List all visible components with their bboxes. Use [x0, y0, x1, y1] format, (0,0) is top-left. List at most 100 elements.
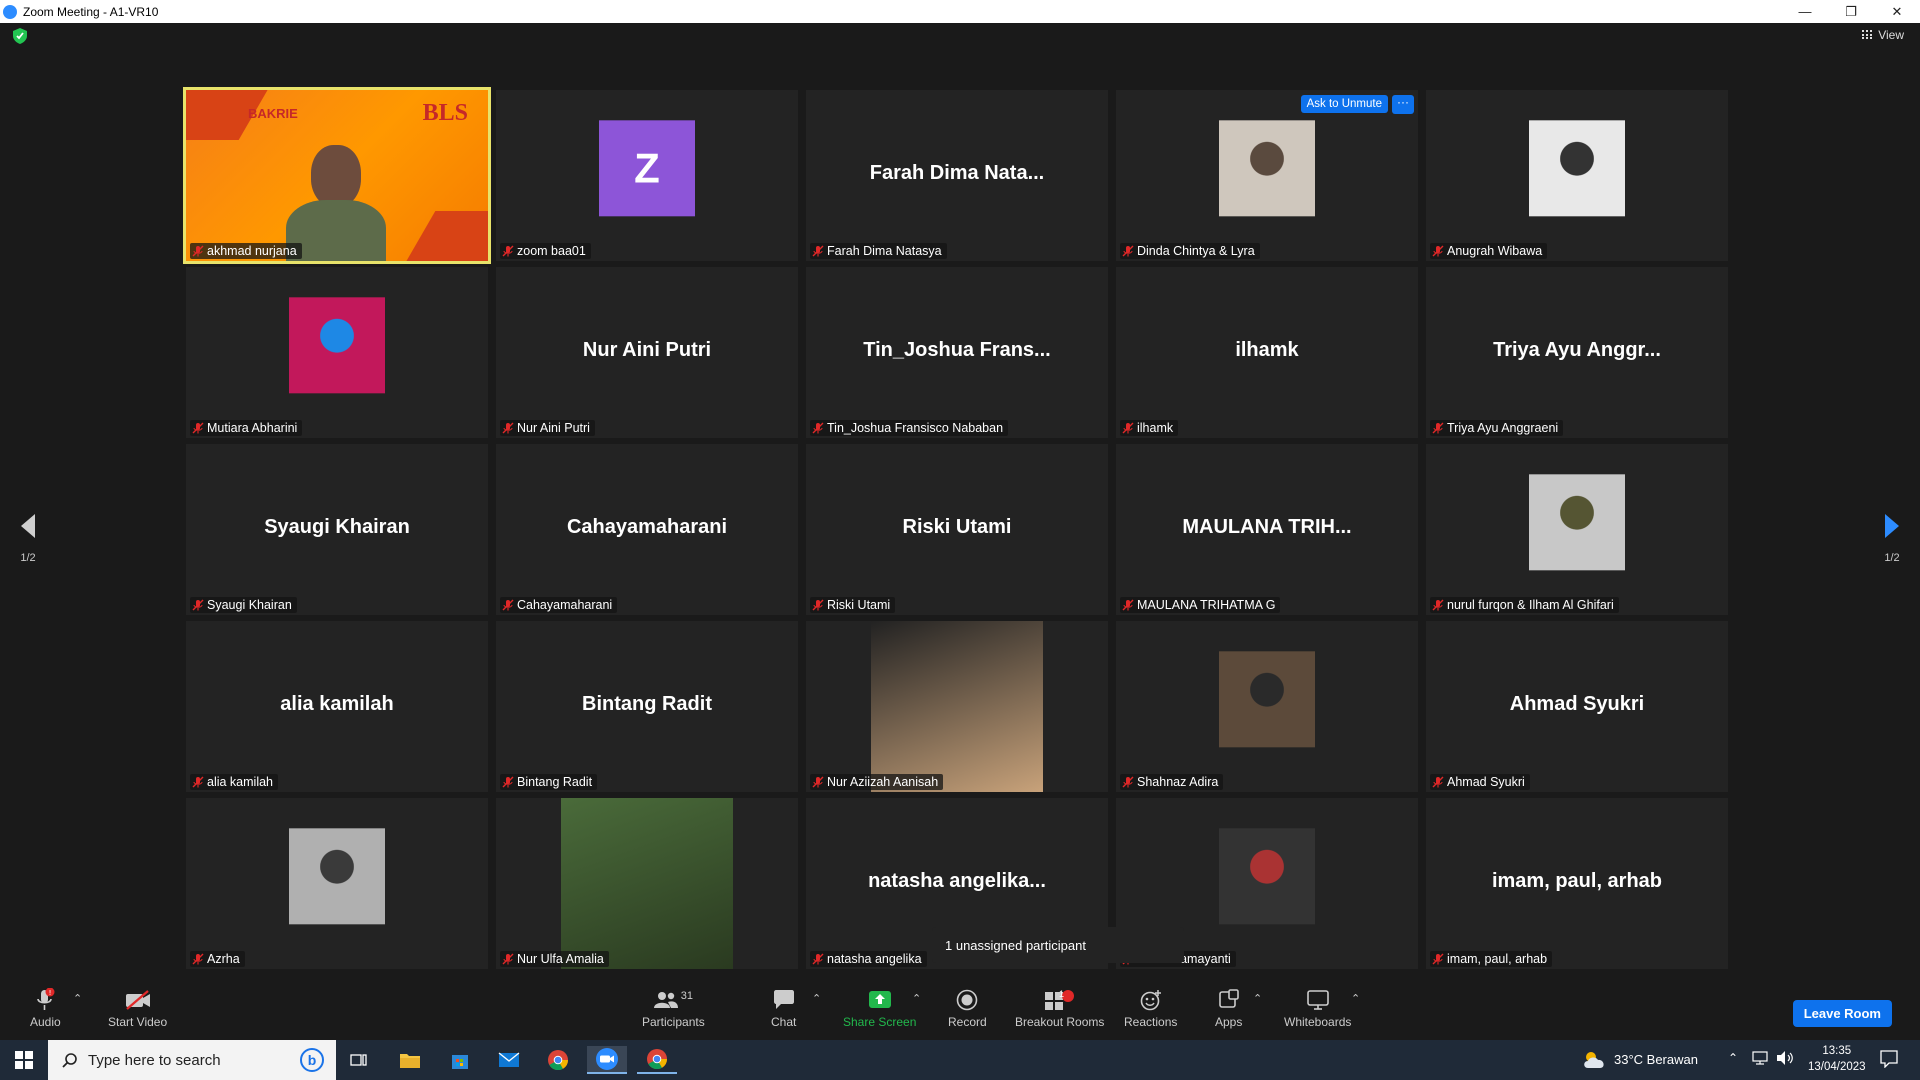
svg-text:!: !: [49, 989, 52, 997]
minimize-button[interactable]: —: [1782, 0, 1828, 23]
participant-name: Nur Aziizah Aanisah: [827, 775, 939, 789]
breakout-rooms-label: Breakout Rooms: [1015, 1015, 1105, 1029]
participant-tile[interactable]: Shahnaz Adira: [1116, 621, 1418, 792]
mic-muted-icon: [502, 953, 514, 965]
search-placeholder: Type here to search: [88, 1051, 221, 1069]
reactions-icon: [1140, 988, 1162, 1012]
file-explorer-icon[interactable]: [390, 1046, 430, 1074]
participant-tile[interactable]: Syaugi Khairan Syaugi Khairan: [186, 444, 488, 615]
participant-tile[interactable]: imam, paul, arhab imam, paul, arhab: [1426, 798, 1728, 969]
participant-tile[interactable]: ilhamk ilhamk: [1116, 267, 1418, 438]
microsoft-store-icon[interactable]: [440, 1046, 480, 1074]
taskbar-search-input[interactable]: Type here to search b: [48, 1040, 336, 1080]
search-icon: [62, 1053, 77, 1068]
audio-options-caret[interactable]: ⌃: [73, 992, 82, 1005]
whiteboards-button[interactable]: Whiteboards: [1284, 988, 1351, 1029]
participant-tile[interactable]: Nur Ulfa Amalia: [496, 798, 798, 969]
start-video-button[interactable]: Start Video: [108, 988, 167, 1029]
participant-tile[interactable]: Ahmad Syukri Ahmad Syukri: [1426, 621, 1728, 792]
bakrie-logo: BAKRIE: [248, 106, 298, 121]
participant-tile[interactable]: Mutiara Abharini: [186, 267, 488, 438]
task-view-icon[interactable]: [339, 1046, 379, 1074]
participant-display-name: natasha angelika...: [868, 869, 1046, 892]
share-options-caret[interactable]: ⌃: [912, 992, 921, 1005]
participant-name-label: Bintang Radit: [500, 774, 598, 790]
participant-tile[interactable]: alia kamilah alia kamilah: [186, 621, 488, 792]
bing-icon[interactable]: b: [300, 1048, 324, 1072]
participant-display-name: Syaugi Khairan: [264, 515, 410, 538]
ask-to-unmute-button[interactable]: Ask to Unmute: [1300, 95, 1388, 113]
participant-name: nurul furqon & Ilham Al Ghifari: [1447, 598, 1614, 612]
restore-button[interactable]: ❐: [1828, 0, 1874, 23]
apps-button[interactable]: Apps: [1215, 988, 1242, 1029]
tile-more-button[interactable]: ···: [1392, 95, 1414, 114]
participant-name-label: Farah Dima Natasya: [810, 243, 947, 259]
next-page-indicator: 1/2: [1884, 552, 1900, 564]
participant-name: Azrha: [207, 952, 240, 966]
windows-start-button[interactable]: [4, 1046, 44, 1074]
participants-icon: 31: [653, 988, 693, 1012]
mic-muted-icon: [192, 776, 204, 788]
participant-tile[interactable]: nurul furqon & Ilham Al Ghifari: [1426, 444, 1728, 615]
mail-icon[interactable]: [489, 1046, 529, 1074]
chat-options-caret[interactable]: ⌃: [812, 992, 821, 1005]
show-hidden-icons[interactable]: ⌃: [1728, 1051, 1738, 1065]
whiteboards-options-caret[interactable]: ⌃: [1351, 992, 1360, 1005]
participant-tile[interactable]: BAKRIE BLS akhmad nurjana: [183, 87, 491, 264]
chrome-icon[interactable]: [538, 1046, 578, 1074]
whiteboards-label: Whiteboards: [1284, 1015, 1352, 1029]
record-button[interactable]: Record: [948, 988, 987, 1029]
participant-name: Riski Utami: [827, 598, 891, 612]
avatar: Z: [599, 119, 695, 216]
encryption-shield-icon[interactable]: [13, 28, 27, 49]
participant-tile[interactable]: Zzoom baa01: [496, 90, 798, 261]
reactions-button[interactable]: Reactions: [1124, 988, 1177, 1029]
volume-icon[interactable]: [1776, 1050, 1794, 1069]
chat-button[interactable]: Chat: [771, 988, 796, 1029]
participant-tile[interactable]: Nur Aini Putri Nur Aini Putri: [496, 267, 798, 438]
participant-tile[interactable]: Ask to Unmute ··· Dinda Chintya & Lyra: [1116, 90, 1418, 261]
prev-page-button[interactable]: 1/2: [8, 513, 48, 564]
participant-tile[interactable]: Riski Utami Riski Utami: [806, 444, 1108, 615]
network-icon[interactable]: [1752, 1050, 1770, 1069]
participant-tile[interactable]: Bintang Radit Bintang Radit: [496, 621, 798, 792]
mic-muted-icon: [812, 776, 824, 788]
participant-name: Farah Dima Natasya: [827, 244, 942, 258]
participant-display-name: Nur Aini Putri: [582, 338, 712, 361]
reactions-label: Reactions: [1124, 1015, 1178, 1029]
weather-cloud-icon: [1584, 1052, 1604, 1068]
view-button[interactable]: View: [1862, 28, 1904, 42]
participant-tile[interactable]: Anugrah Wibawa: [1426, 90, 1728, 261]
share-screen-button[interactable]: Share Screen: [843, 988, 916, 1029]
participant-tile[interactable]: Cahayamaharani Cahayamaharani: [496, 444, 798, 615]
participant-tile[interactable]: Azrha: [186, 798, 488, 969]
participant-tile[interactable]: Farah Dima Nata... Farah Dima Natasya: [806, 90, 1108, 261]
leave-room-button[interactable]: Leave Room: [1792, 1000, 1892, 1027]
weather-widget[interactable]: 33°C Berawan: [1582, 1049, 1698, 1069]
audio-button[interactable]: ! Audio: [30, 988, 61, 1029]
participant-name-label: Nur Aziizah Aanisah: [810, 774, 944, 790]
participant-tile[interactable]: Triya Ayu Anggr... Triya Ayu Anggraeni: [1426, 267, 1728, 438]
next-page-button[interactable]: 1/2: [1872, 513, 1912, 564]
participant-tile[interactable]: Nur Aziizah Aanisah: [806, 621, 1108, 792]
participant-name-label: Tin_Joshua Fransisco Nababan: [810, 420, 1009, 436]
participants-label: Participants: [642, 1015, 705, 1029]
clock[interactable]: 13:35 13/04/2023: [1808, 1043, 1866, 1075]
chrome-active-icon[interactable]: [637, 1046, 677, 1074]
participant-name-label: Cahayamaharani: [500, 597, 618, 613]
participant-display-name: Triya Ayu Anggr...: [1493, 338, 1661, 361]
zoom-taskbar-icon[interactable]: [587, 1046, 627, 1074]
participant-display-name: Riski Utami: [902, 515, 1012, 538]
breakout-rooms-button[interactable]: 1 Breakout Rooms: [1015, 988, 1104, 1029]
apps-options-caret[interactable]: ⌃: [1253, 992, 1262, 1005]
participant-name: Anugrah Wibawa: [1447, 244, 1543, 258]
participant-tile[interactable]: MAULANA TRIH... MAULANA TRIHATMA G: [1116, 444, 1418, 615]
notifications-icon[interactable]: [1880, 1050, 1898, 1071]
close-button[interactable]: ✕: [1874, 0, 1920, 23]
audio-label: Audio: [30, 1015, 61, 1029]
profile-photo: [289, 296, 385, 393]
participant-name: Nur Aini Putri: [517, 421, 590, 435]
participants-button[interactable]: 31 Participants: [642, 988, 705, 1029]
participant-tile[interactable]: Tin_Joshua Frans... Tin_Joshua Fransisco …: [806, 267, 1108, 438]
participant-display-name: Farah Dima Nata...: [869, 161, 1045, 184]
